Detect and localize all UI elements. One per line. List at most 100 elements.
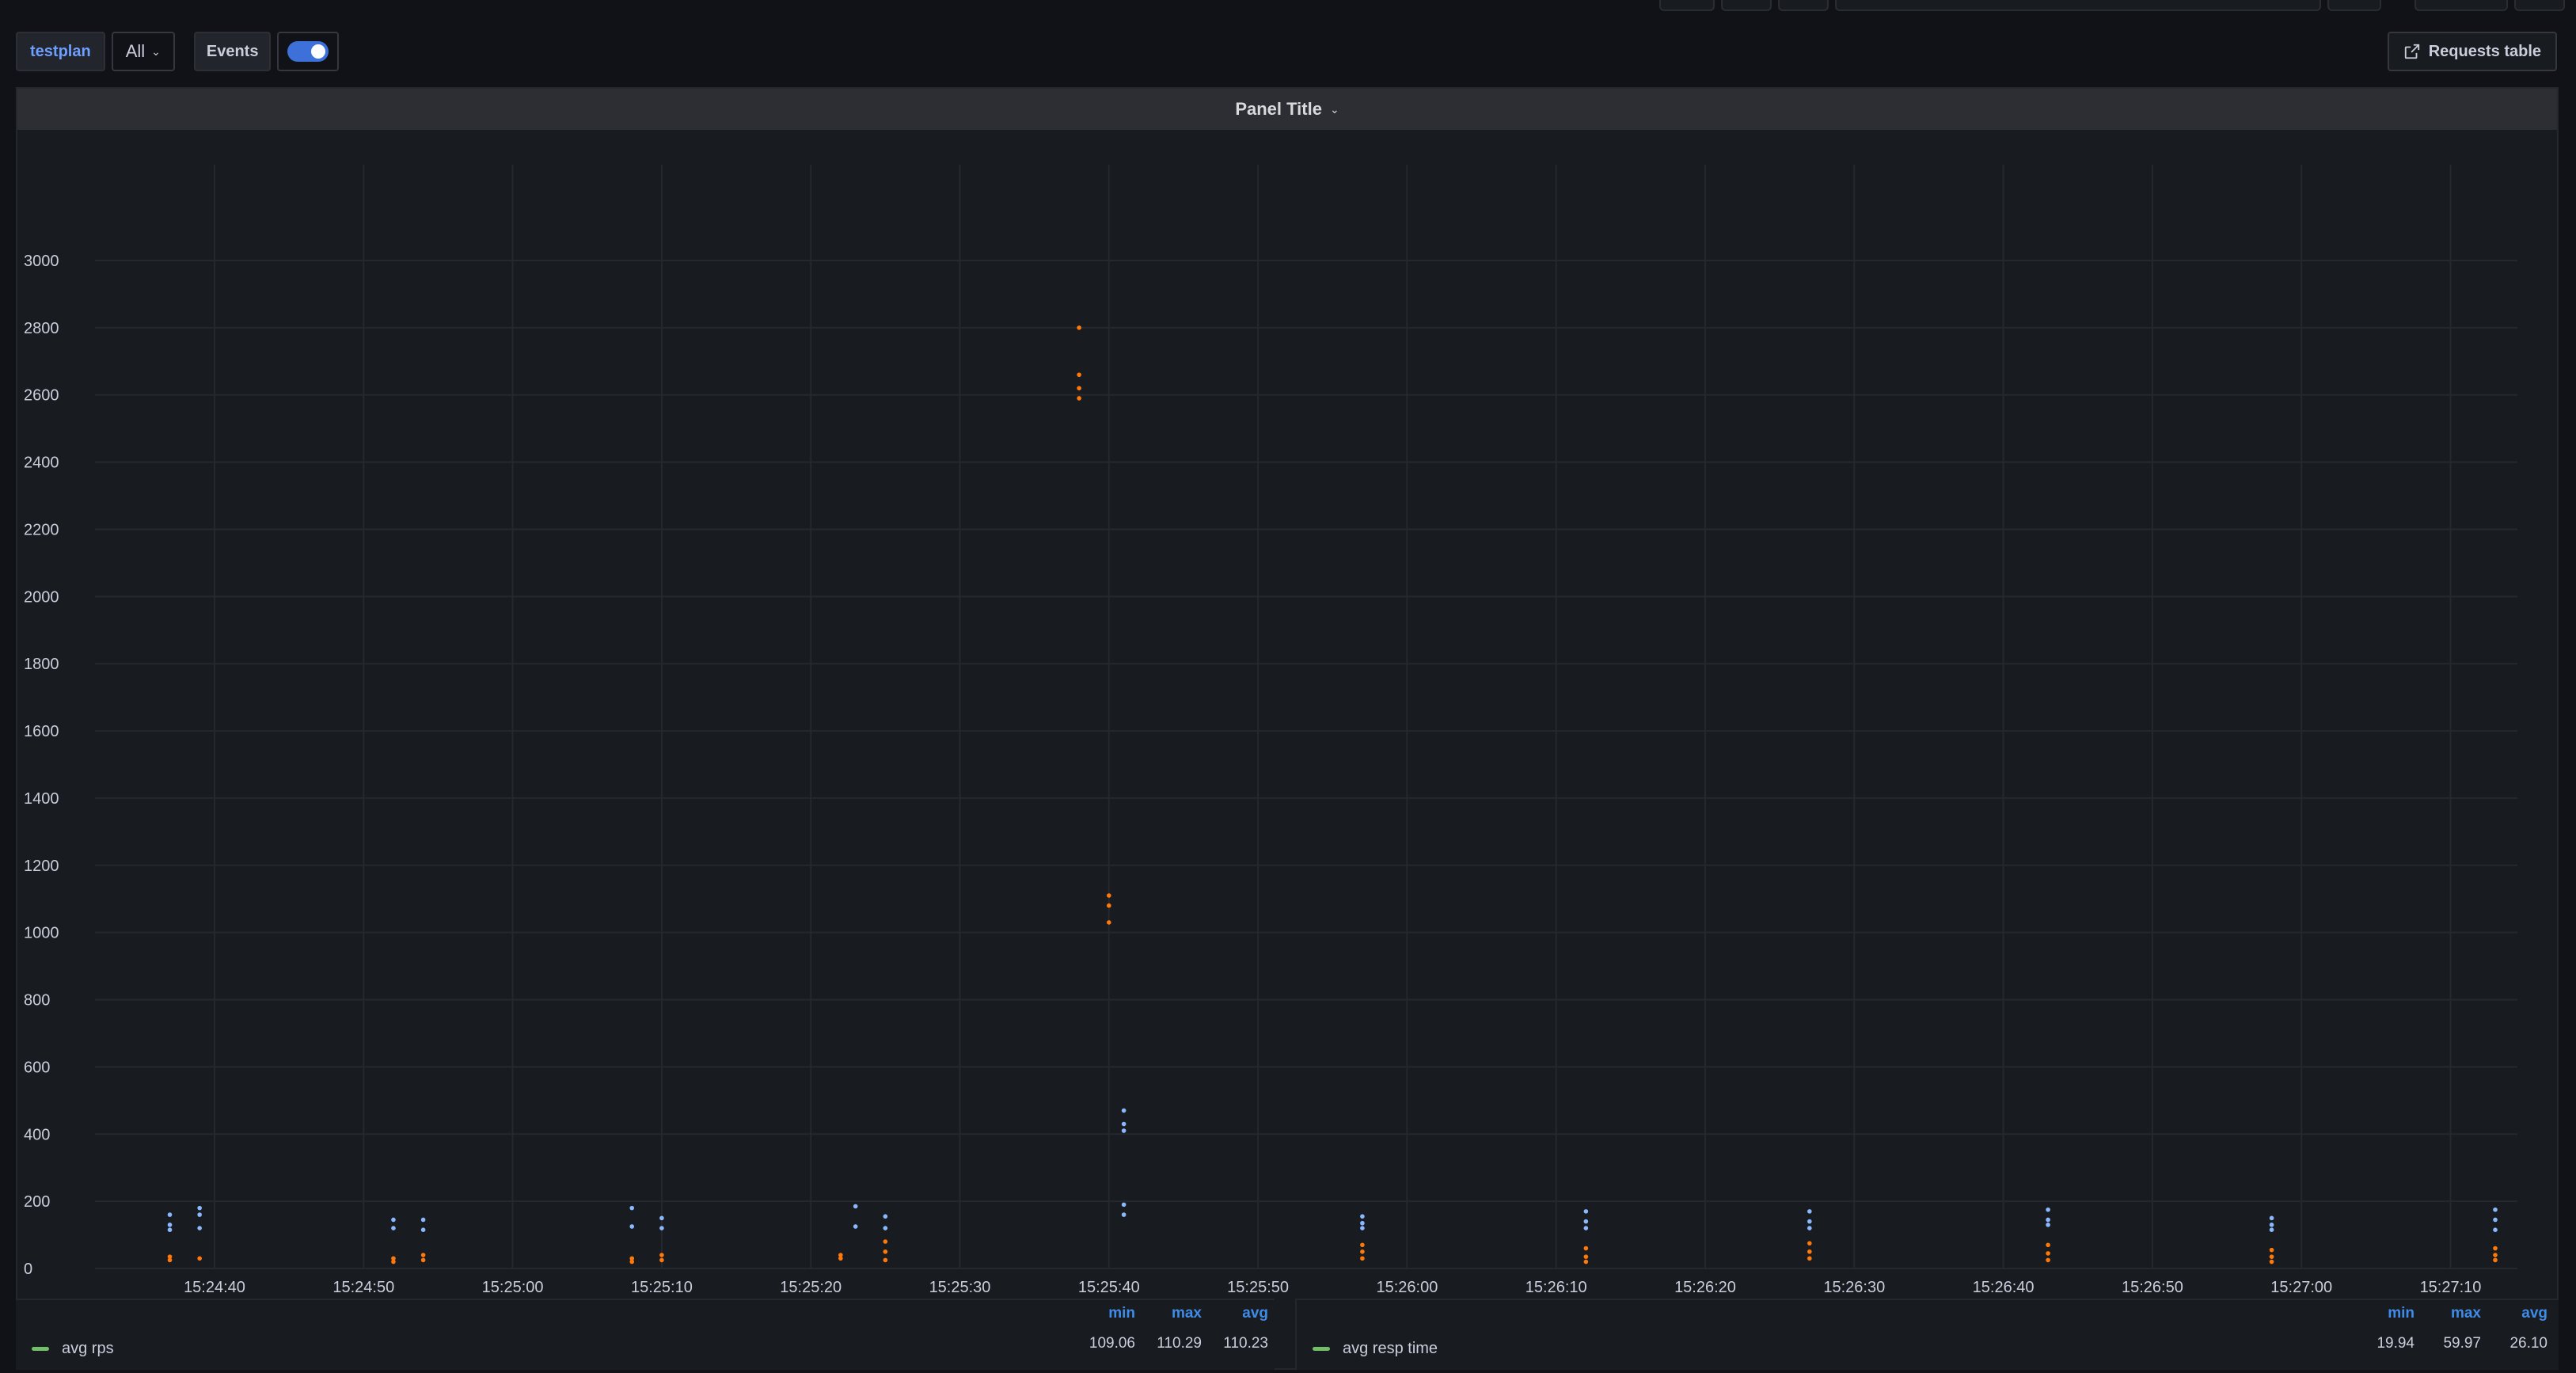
- data-point: [420, 1257, 426, 1263]
- time-range-picker[interactable]: [1835, 0, 2321, 11]
- data-point: [197, 1256, 202, 1261]
- legend-value-min: 109.06: [1089, 1335, 1135, 1352]
- data-point: [2269, 1215, 2274, 1221]
- data-point: [1360, 1214, 1365, 1219]
- y-tick-label: 1000: [24, 925, 59, 942]
- data-point: [629, 1224, 635, 1229]
- data-point: [1077, 372, 1081, 378]
- legend-header-min[interactable]: min: [1069, 1305, 1135, 1322]
- legend-swatch: [32, 1347, 49, 1351]
- data-point: [167, 1223, 173, 1227]
- data-point: [2493, 1227, 2498, 1233]
- data-point: [1077, 386, 1081, 391]
- legend-value-min: 19.94: [2377, 1335, 2415, 1352]
- x-tick-label: 15:25:10: [631, 1279, 693, 1296]
- y-tick-label: 1600: [24, 723, 59, 740]
- data-point: [1121, 1212, 1127, 1217]
- x-tick-label: 15:25:40: [1078, 1279, 1140, 1296]
- legend-avg-rps: min max avg 109.06 110.29 110.23 avg rps: [16, 1299, 1275, 1370]
- data-point: [167, 1257, 173, 1263]
- legend-header-avg[interactable]: avg: [1202, 1305, 1268, 1322]
- data-point: [838, 1256, 843, 1261]
- legend-value-max: 110.29: [1157, 1335, 1202, 1352]
- testplan-select[interactable]: All ⌄: [111, 32, 175, 71]
- y-tick-label: 3000: [24, 253, 59, 270]
- toolbar-button[interactable]: [2514, 0, 2565, 11]
- y-tick-label: 2400: [24, 454, 59, 472]
- x-tick-label: 15:26:30: [1823, 1279, 1885, 1296]
- toggle-knob: [311, 44, 326, 59]
- data-point: [391, 1217, 396, 1223]
- data-point: [659, 1257, 664, 1263]
- legend-series-avg-resp-time[interactable]: avg resp time: [1313, 1340, 1438, 1358]
- legend-series-avg-rps[interactable]: avg rps: [32, 1340, 114, 1358]
- data-point: [2493, 1253, 2498, 1257]
- legend-header-min[interactable]: min: [2348, 1305, 2415, 1322]
- testplan-select-value: All: [125, 41, 146, 61]
- data-point: [2269, 1223, 2274, 1227]
- data-point: [2046, 1257, 2050, 1263]
- y-tick-label: 1200: [24, 858, 59, 875]
- legend-series-label: avg resp time: [1343, 1340, 1438, 1357]
- toolbar-button[interactable]: [1778, 0, 1829, 11]
- y-tick-label: 200: [24, 1193, 50, 1211]
- y-tick-label: 400: [24, 1126, 50, 1143]
- data-point: [1107, 893, 1111, 898]
- toolbar-button[interactable]: [1659, 0, 1715, 11]
- data-point: [167, 1227, 173, 1233]
- legend-header-avg[interactable]: avg: [2481, 1305, 2548, 1322]
- y-tick-label: 800: [24, 992, 50, 1010]
- data-point: [853, 1224, 858, 1229]
- y-tick-label: 1800: [24, 656, 59, 673]
- data-point: [659, 1253, 664, 1257]
- external-link-icon: [2404, 44, 2419, 59]
- x-tick-label: 15:27:00: [2270, 1279, 2332, 1296]
- data-point: [1807, 1226, 1812, 1230]
- data-point: [853, 1204, 858, 1209]
- toolbar-button[interactable]: [1721, 0, 1772, 11]
- data-point: [391, 1226, 396, 1230]
- data-point: [883, 1249, 888, 1254]
- data-point: [883, 1239, 888, 1244]
- data-point: [420, 1217, 426, 1223]
- data-point: [2269, 1259, 2274, 1265]
- toolbar-button[interactable]: [2327, 0, 2381, 11]
- chevron-down-icon: ⌄: [151, 44, 161, 58]
- variable-label-testplan: testplan: [16, 32, 105, 71]
- x-tick-label: 15:26:10: [1525, 1279, 1587, 1296]
- legend-header-max[interactable]: max: [1135, 1305, 1202, 1322]
- data-point: [1583, 1226, 1589, 1230]
- variables-bar: testplan All ⌄ Events: [16, 30, 340, 73]
- data-point: [197, 1205, 202, 1211]
- data-point: [167, 1212, 173, 1217]
- data-point: [2269, 1254, 2274, 1259]
- x-tick-label: 15:26:00: [1376, 1279, 1438, 1296]
- events-toggle[interactable]: [287, 41, 329, 62]
- x-tick-label: 15:26:50: [2122, 1279, 2183, 1296]
- data-point: [1121, 1108, 1127, 1113]
- data-point: [1807, 1256, 1812, 1261]
- data-point: [1583, 1209, 1589, 1214]
- legend-value-avg: 26.10: [2510, 1335, 2548, 1352]
- data-point: [883, 1257, 888, 1263]
- x-tick-label: 15:25:30: [929, 1279, 991, 1296]
- data-point: [420, 1253, 426, 1257]
- legend-header-max[interactable]: max: [2415, 1305, 2481, 1322]
- data-point: [2046, 1223, 2050, 1227]
- data-point: [197, 1212, 202, 1217]
- x-tick-label: 15:25:00: [482, 1279, 544, 1296]
- data-point: [659, 1215, 664, 1221]
- data-point: [2269, 1227, 2274, 1233]
- data-point: [1107, 920, 1111, 925]
- y-tick-label: 2600: [24, 387, 59, 405]
- graph-panel: Panel Title ⌄ 0 200 400 600 800 1000 1200 1400 1…: [16, 87, 2559, 1370]
- y-tick-label: 2200: [24, 521, 59, 538]
- data-point: [1121, 1202, 1127, 1208]
- y-tick-label: 2000: [24, 588, 59, 606]
- legend-stats: min max avg 109.06 110.29 110.23: [1069, 1305, 1268, 1352]
- requests-table-button[interactable]: Requests table: [2387, 32, 2557, 71]
- legend-stats: min max avg 19.94 59.97 26.10: [2348, 1305, 2548, 1352]
- data-point: [659, 1226, 664, 1230]
- data-point: [1107, 903, 1111, 908]
- refresh-picker[interactable]: [2415, 0, 2508, 11]
